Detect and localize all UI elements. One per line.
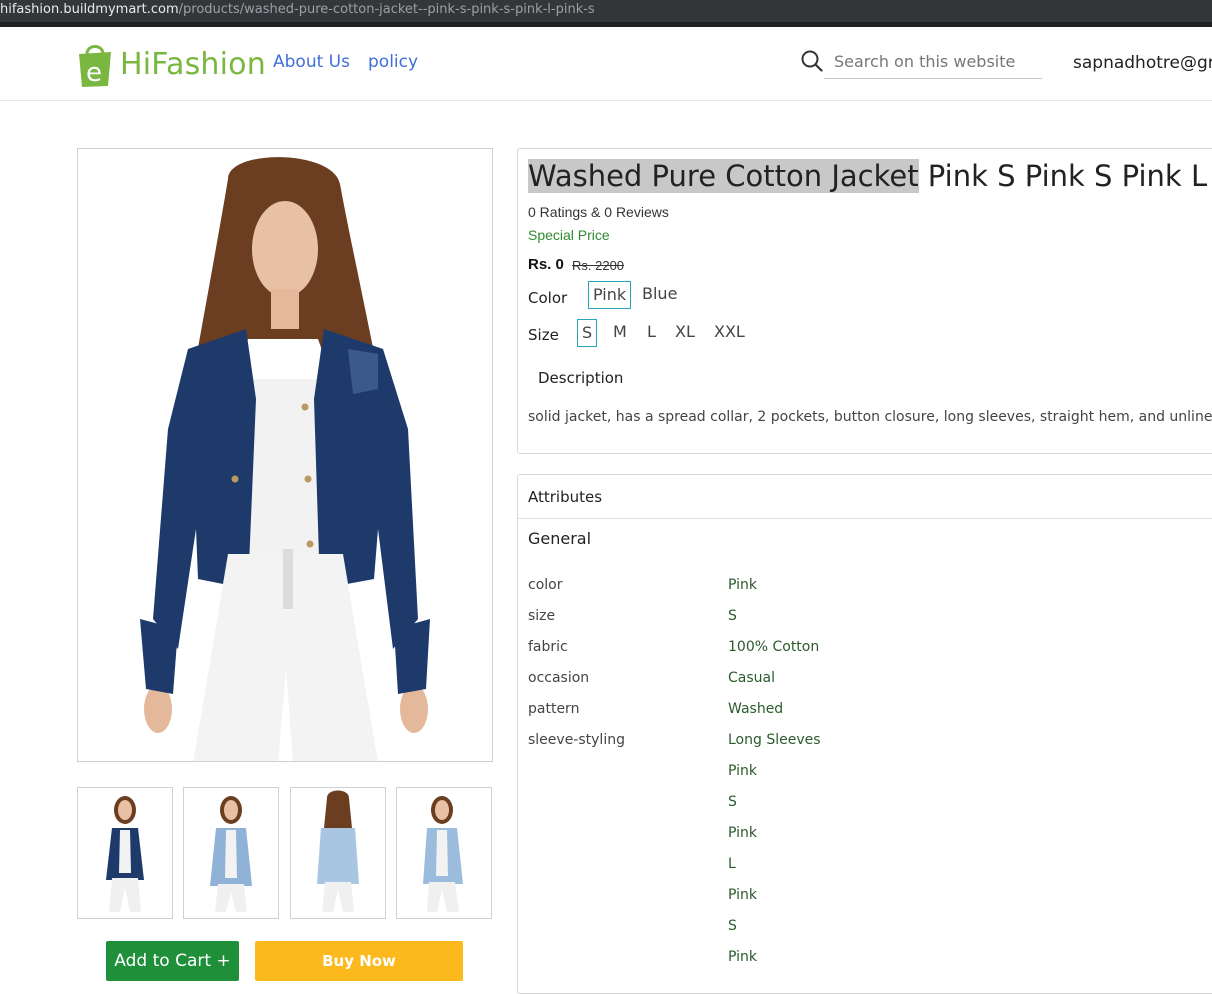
attributes-title: Attributes	[528, 488, 603, 506]
size-label: Size	[528, 326, 559, 344]
ratings-summary[interactable]: 0 Ratings & 0 Reviews	[528, 204, 669, 220]
thumbnail-1[interactable]	[77, 787, 173, 919]
svg-text:e: e	[86, 58, 102, 88]
attribute-row: color Pink	[518, 577, 1212, 608]
size-option-xl[interactable]: XL	[671, 319, 699, 347]
size-option-m[interactable]: M	[609, 319, 631, 347]
shopping-bag-e-icon: e	[79, 45, 111, 88]
attributes-card: Attributes General color Pink size Sfabric 1…	[517, 474, 1212, 994]
site-logo[interactable]: e HiFashion	[76, 39, 266, 89]
nav-policy[interactable]: policy	[368, 52, 418, 72]
attribute-value: Washed	[728, 701, 784, 717]
description-heading[interactable]: Description	[538, 369, 623, 387]
attribute-row: sleeve-styling Long Sleeves	[518, 732, 1212, 763]
nav-about-us[interactable]: About Us	[273, 52, 350, 72]
attribute-value: Long Sleeves	[728, 732, 821, 748]
attribute-row: size S	[518, 608, 1212, 639]
thumbnail-3[interactable]	[290, 787, 386, 919]
search-input[interactable]	[824, 45, 1042, 79]
attribute-value: S	[728, 918, 737, 934]
color-option-blue[interactable]: Blue	[638, 281, 681, 309]
attribute-row: Pink	[518, 887, 1212, 918]
thumbnail-2-image	[210, 796, 252, 912]
attribute-key: fabric	[528, 639, 568, 655]
logo-text: HiFashion	[120, 46, 266, 82]
attribute-row: S	[518, 794, 1212, 825]
attribute-row: Pink	[518, 763, 1212, 794]
buy-now-button[interactable]: Buy Now	[255, 941, 463, 981]
product-title-highlight: Washed Pure Cotton Jacket	[528, 159, 919, 193]
attribute-row: S	[518, 918, 1212, 949]
attribute-value: L	[728, 856, 736, 872]
jacket-model-image	[78, 149, 492, 761]
add-to-cart-button[interactable]: Add to Cart +	[106, 941, 239, 981]
size-option-xxl[interactable]: XXL	[710, 319, 749, 347]
attribute-value: 100% Cotton	[728, 639, 820, 655]
browser-url-bar[interactable]: hifashion.buildmymart.com/products/washe…	[0, 0, 1212, 22]
attribute-key: color	[528, 577, 563, 593]
thumbnail-2[interactable]	[183, 787, 279, 919]
attribute-row: occasion Casual	[518, 670, 1212, 701]
attribute-row: Pink	[518, 949, 1212, 980]
attribute-value: Pink	[728, 763, 758, 779]
special-price-label: Special Price	[528, 227, 610, 243]
product-info-card: Washed Pure Cotton Jacket Pink S Pink S …	[517, 148, 1212, 454]
url-host: hifashion.buildmymart.com	[0, 2, 179, 17]
size-option-l[interactable]: L	[643, 319, 660, 347]
attribute-value: Pink	[728, 949, 758, 965]
attribute-value: Pink	[728, 825, 758, 841]
thumbnail-4[interactable]	[396, 787, 492, 919]
attribute-value: Pink	[728, 577, 758, 593]
color-option-pink[interactable]: Pink	[588, 281, 632, 309]
thumbnail-3-image	[317, 790, 359, 912]
attribute-key: occasion	[528, 670, 590, 686]
url-path: /products/washed-pure-cotton-jacket--pin…	[178, 2, 595, 17]
attribute-key: sleeve-styling	[528, 732, 625, 748]
thumbnail-1-image	[106, 796, 144, 912]
description-text: solid jacket, has a spread collar, 2 poc…	[528, 409, 1212, 425]
thumbnail-4-image	[423, 796, 463, 912]
attribute-value: Pink	[728, 887, 758, 903]
attribute-row: Pink	[518, 825, 1212, 856]
color-label: Color	[528, 289, 568, 307]
attribute-row: L	[518, 856, 1212, 887]
size-option-s[interactable]: S	[577, 319, 598, 347]
site-header: e HiFashion About Us policy sapnadhotre@…	[0, 27, 1212, 101]
product-title: Washed Pure Cotton Jacket Pink S Pink S …	[528, 159, 1212, 193]
user-account[interactable]: sapnadhotre@gr	[1073, 53, 1212, 73]
attribute-key: size	[528, 608, 556, 624]
search-icon[interactable]	[801, 50, 823, 77]
attribute-value: S	[728, 794, 737, 810]
attribute-key: pattern	[528, 701, 580, 717]
attribute-value: Casual	[728, 670, 775, 686]
main-product-image[interactable]	[77, 148, 493, 762]
product-price: Rs. 0	[528, 256, 564, 273]
attribute-row: pattern Washed	[518, 701, 1212, 732]
original-price: Rs. 2200	[572, 258, 625, 273]
attribute-value: S	[728, 608, 737, 624]
attributes-header: Attributes	[518, 475, 1212, 519]
product-title-rest: Pink S Pink S Pink L Pin	[927, 159, 1212, 193]
attributes-group-title: General	[528, 529, 592, 548]
attribute-row: fabric 100% Cotton	[518, 639, 1212, 670]
